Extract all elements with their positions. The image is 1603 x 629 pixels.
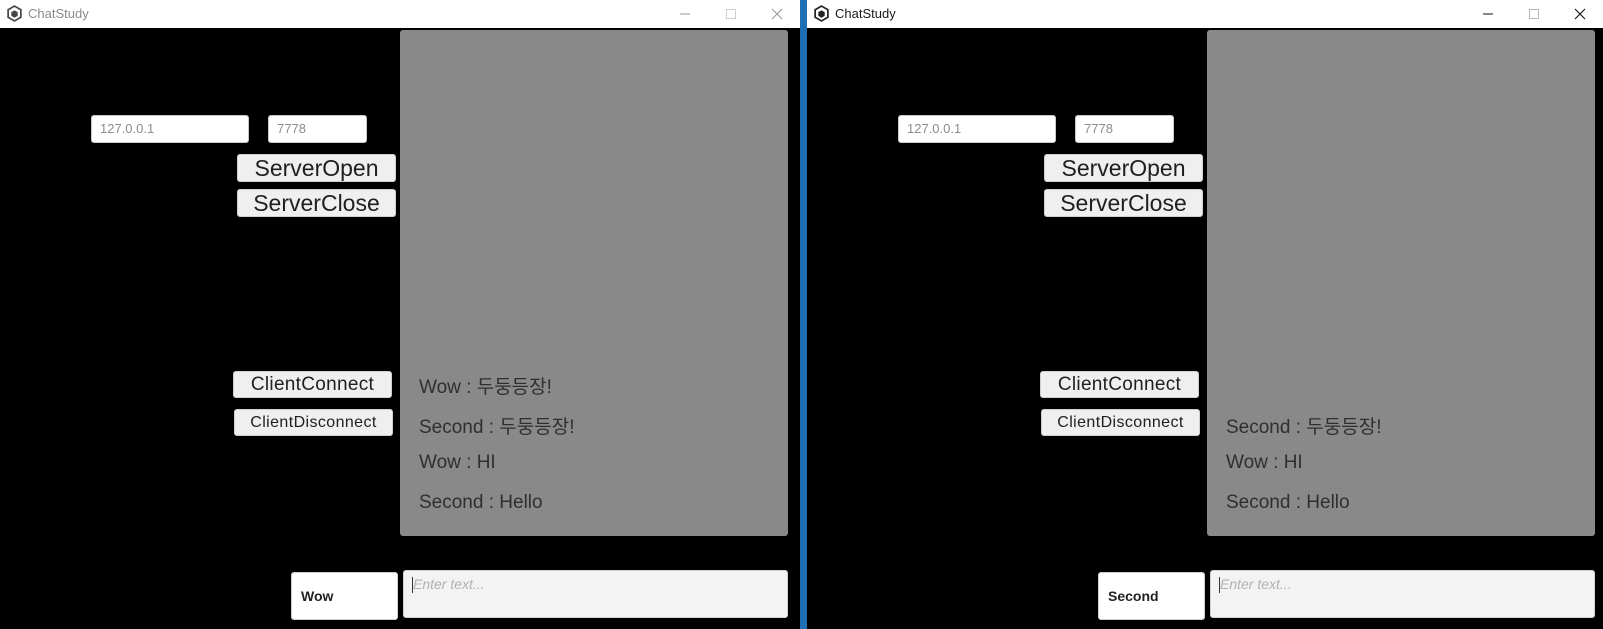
app-icon [7, 5, 22, 22]
title-bar[interactable]: ChatStudy [807, 0, 1603, 28]
port-input[interactable]: 7778 [1075, 115, 1174, 143]
chat-message: Wow : HI [1226, 452, 1303, 473]
message-input-placeholder: Enter text... [413, 576, 485, 592]
title-bar[interactable]: ChatStudy [0, 0, 800, 28]
chat-window-left: ChatStudy 127.0.0.1 7778 ServerOpen Serv… [0, 0, 800, 629]
chat-message: Second : 두둥등장! [1226, 417, 1382, 438]
minimize-button[interactable] [1465, 0, 1511, 28]
ip-input[interactable]: 127.0.0.1 [898, 115, 1056, 143]
chat-message: Wow : 두둥등장! [419, 377, 552, 398]
message-input[interactable]: Enter text... [1210, 570, 1595, 618]
nickname-field[interactable]: Wow [291, 572, 398, 620]
chat-message: Wow : HI [419, 452, 496, 473]
minimize-icon [1483, 13, 1493, 15]
client-connect-button[interactable]: ClientConnect [233, 371, 392, 398]
chat-log-panel[interactable]: Wow : 두둥등장! Second : 두둥등장! Wow : HI Seco… [400, 30, 788, 536]
window-divider [800, 0, 807, 629]
chat-message: Second : 두둥등장! [419, 417, 575, 438]
client-disconnect-button[interactable]: ClientDisconnect [1041, 409, 1200, 436]
client-connect-button[interactable]: ClientConnect [1040, 371, 1199, 398]
maximize-icon [1529, 9, 1539, 19]
window-title: ChatStudy [835, 6, 896, 21]
ip-input[interactable]: 127.0.0.1 [91, 115, 249, 143]
message-input[interactable]: Enter text... [403, 570, 788, 618]
message-input-placeholder: Enter text... [1220, 576, 1292, 592]
app-icon [814, 5, 829, 22]
close-button[interactable] [754, 0, 800, 28]
minimize-button[interactable] [662, 0, 708, 28]
client-disconnect-button[interactable]: ClientDisconnect [234, 409, 393, 436]
close-icon [771, 8, 783, 20]
nickname-field[interactable]: Second [1098, 572, 1205, 620]
maximize-icon [726, 9, 736, 19]
app-canvas: 127.0.0.1 7778 ServerOpen ServerClose Cl… [807, 28, 1603, 629]
chat-message: Second : Hello [419, 492, 543, 513]
chat-window-right: ChatStudy 127.0.0.1 7778 ServerOpen Serv… [807, 0, 1603, 629]
close-icon [1574, 8, 1586, 20]
close-button[interactable] [1557, 0, 1603, 28]
text-caret [412, 577, 413, 593]
server-open-button[interactable]: ServerOpen [1044, 154, 1203, 182]
maximize-button[interactable] [708, 0, 754, 28]
server-close-button[interactable]: ServerClose [237, 189, 396, 217]
window-title: ChatStudy [28, 6, 89, 21]
server-close-button[interactable]: ServerClose [1044, 189, 1203, 217]
server-open-button[interactable]: ServerOpen [237, 154, 396, 182]
app-canvas: 127.0.0.1 7778 ServerOpen ServerClose Cl… [0, 28, 800, 629]
text-caret [1219, 577, 1220, 593]
chat-log-panel[interactable]: Second : 두둥등장! Wow : HI Second : Hello [1207, 30, 1595, 536]
chat-message: Second : Hello [1226, 492, 1350, 513]
port-input[interactable]: 7778 [268, 115, 367, 143]
minimize-icon [680, 13, 690, 15]
maximize-button[interactable] [1511, 0, 1557, 28]
